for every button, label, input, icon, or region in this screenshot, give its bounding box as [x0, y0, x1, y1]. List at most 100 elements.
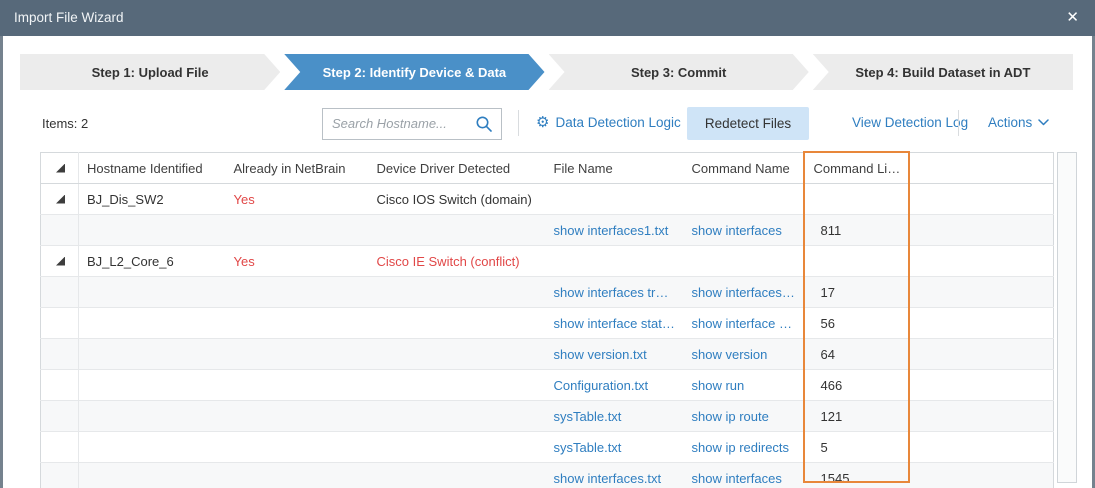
vertical-scrollbar[interactable] [1057, 152, 1077, 483]
file-name-cell[interactable]: sysTable.txt [546, 432, 684, 463]
filler-cell [909, 277, 1054, 308]
search-icon[interactable] [475, 115, 493, 133]
already-in-netbrain-cell [226, 308, 369, 339]
already-in-netbrain-cell [226, 339, 369, 370]
command-name-cell[interactable]: show interfaces [684, 215, 806, 246]
hostname-cell [79, 339, 226, 370]
collapse-all-header[interactable] [41, 153, 79, 184]
items-count-label: Items: 2 [42, 116, 88, 131]
hostname-cell: BJ_Dis_SW2 [79, 184, 226, 215]
device-driver-cell: Cisco IOS Switch (domain) [369, 184, 546, 215]
already-in-netbrain-cell [226, 401, 369, 432]
already-in-netbrain-cell [226, 215, 369, 246]
table-row-device: BJ_L2_Core_6YesCisco IE Switch (conflict… [41, 246, 1054, 277]
file-name-cell [546, 184, 684, 215]
command-name-cell[interactable]: show version [684, 339, 806, 370]
search-input[interactable] [332, 109, 467, 137]
command-lines-cell: 811 [806, 215, 909, 246]
row-expander-cell [41, 215, 79, 246]
table-row-file: sysTable.txtshow ip redirects5 [41, 432, 1054, 463]
filler-cell [909, 339, 1054, 370]
hostname-cell: BJ_L2_Core_6 [79, 246, 226, 277]
actions-dropdown[interactable]: Actions [988, 115, 1049, 130]
filler-cell [909, 215, 1054, 246]
redetect-files-button[interactable]: Redetect Files [687, 107, 809, 140]
command-name-cell[interactable]: show ip redirects [684, 432, 806, 463]
wizard-step-1[interactable]: Step 1: Upload File [20, 54, 280, 90]
command-name-cell[interactable]: show interfaces [684, 463, 806, 488]
row-expander-cell [41, 370, 79, 401]
row-expander-icon[interactable] [56, 195, 65, 204]
file-name-cell[interactable]: show interfaces1.txt [546, 215, 684, 246]
column-header-hostname-identified[interactable]: Hostname Identified [79, 153, 226, 184]
command-name-cell [684, 246, 806, 277]
table-header-row: Hostname IdentifiedAlready in NetBrainDe… [41, 153, 1054, 184]
filler-cell [909, 432, 1054, 463]
command-lines-cell: 64 [806, 339, 909, 370]
hostname-cell [79, 463, 226, 488]
wizard-step-label: Step 4: Build Dataset in ADT [855, 65, 1030, 80]
already-in-netbrain-cell [226, 463, 369, 488]
command-lines-cell: 17 [806, 277, 909, 308]
column-header-filler [909, 153, 1054, 184]
column-header-command-lines[interactable]: Command Lines [806, 153, 909, 184]
column-header-file-name[interactable]: File Name [546, 153, 684, 184]
wizard-step-2[interactable]: Step 2: Identify Device & Data [284, 54, 544, 90]
column-header-already-in-netbrain[interactable]: Already in NetBrain [226, 153, 369, 184]
table-row-file: show interface status...show interface s… [41, 308, 1054, 339]
file-name-cell[interactable]: Configuration.txt [546, 370, 684, 401]
command-lines-cell [806, 246, 909, 277]
filler-cell [909, 184, 1054, 215]
file-name-cell[interactable]: show interfaces.txt [546, 463, 684, 488]
close-icon[interactable]: ✕ [1066, 0, 1079, 36]
row-expander-icon[interactable] [56, 257, 65, 266]
device-driver-cell [369, 277, 546, 308]
command-lines-cell: 5 [806, 432, 909, 463]
filler-cell [909, 401, 1054, 432]
table-row-file: show version.txtshow version64 [41, 339, 1054, 370]
file-name-cell[interactable]: show interfaces trun... [546, 277, 684, 308]
filler-cell [909, 308, 1054, 339]
wizard-step-label: Step 1: Upload File [92, 65, 209, 80]
filler-cell [909, 463, 1054, 488]
command-name-cell[interactable]: show ip route [684, 401, 806, 432]
wizard-steps: Step 1: Upload File Step 2: Identify Dev… [20, 54, 1073, 90]
already-in-netbrain-cell [226, 370, 369, 401]
column-header-device-driver-detected[interactable]: Device Driver Detected [369, 153, 546, 184]
data-detection-logic-label: Data Detection Logic [555, 115, 680, 130]
actions-label: Actions [988, 115, 1032, 130]
table-row-file: show interfaces trun...show interfaces t… [41, 277, 1054, 308]
already-in-netbrain-cell: Yes [226, 246, 369, 277]
device-driver-cell [369, 432, 546, 463]
wizard-step-4[interactable]: Step 4: Build Dataset in ADT [813, 54, 1073, 90]
hostname-cell [79, 215, 226, 246]
command-name-cell[interactable]: show interface status [684, 308, 806, 339]
table-row-file: show interfaces.txtshow interfaces1545 [41, 463, 1054, 488]
hostname-cell [79, 432, 226, 463]
data-detection-logic-button[interactable]: ⚙ Data Detection Logic [536, 115, 681, 130]
table-row-file: sysTable.txtshow ip route121 [41, 401, 1054, 432]
wizard-step-3[interactable]: Step 3: Commit [549, 54, 809, 90]
row-expander-cell [41, 401, 79, 432]
wizard-step-label: Step 2: Identify Device & Data [323, 65, 507, 80]
gear-icon: ⚙ [536, 115, 549, 130]
table-row-device: BJ_Dis_SW2YesCisco IOS Switch (domain) [41, 184, 1054, 215]
view-detection-log-link[interactable]: View Detection Log [852, 115, 968, 130]
hostname-cell [79, 370, 226, 401]
file-name-cell[interactable]: show interface status... [546, 308, 684, 339]
already-in-netbrain-cell: Yes [226, 184, 369, 215]
device-driver-cell: Cisco IE Switch (conflict) [369, 246, 546, 277]
hostname-cell [79, 401, 226, 432]
filler-cell [909, 370, 1054, 401]
column-header-command-name[interactable]: Command Name [684, 153, 806, 184]
command-name-cell[interactable]: show run [684, 370, 806, 401]
collapse-all-icon[interactable] [56, 164, 65, 173]
import-file-wizard-dialog: Import File Wizard ✕ Step 1: Upload File… [0, 0, 1095, 488]
toolbar-divider [958, 110, 959, 136]
command-lines-cell: 1545 [806, 463, 909, 488]
command-name-cell[interactable]: show interfaces trunk [684, 277, 806, 308]
already-in-netbrain-cell [226, 432, 369, 463]
file-name-cell[interactable]: sysTable.txt [546, 401, 684, 432]
command-lines-cell: 466 [806, 370, 909, 401]
file-name-cell[interactable]: show version.txt [546, 339, 684, 370]
